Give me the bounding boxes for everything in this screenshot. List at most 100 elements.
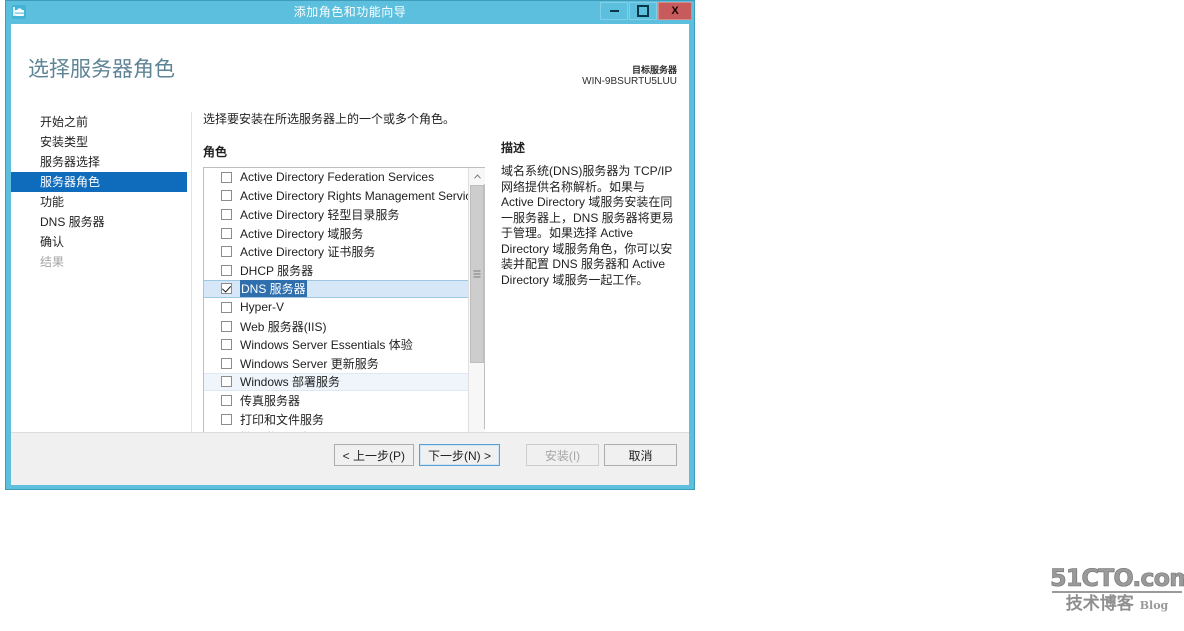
scrollbar-grip-icon	[473, 270, 481, 278]
window-title: 添加角色和功能向导	[293, 5, 407, 19]
minimize-button[interactable]	[600, 2, 628, 20]
next-button[interactable]: 下一步(N) >	[418, 444, 500, 466]
description-heading: 描述	[501, 141, 526, 155]
wizard-header: 选择服务器角色 目标服务器 WIN-9BSURTU5LUU	[11, 24, 689, 87]
role-row[interactable]: Windows Server 更新服务	[204, 354, 468, 373]
checkbox-icon[interactable]	[221, 301, 232, 313]
sidebar-item-3[interactable]: 服务器角色	[11, 172, 187, 192]
checkbox-icon[interactable]	[221, 376, 232, 388]
title-bar[interactable]: 添加角色和功能向导 X	[6, 1, 694, 22]
sidebar-item-6[interactable]: 确认	[11, 232, 187, 252]
window-controls: X	[599, 2, 692, 20]
previous-button[interactable]: < 上一步(P)	[333, 444, 414, 466]
sidebar-item-label: 安装类型	[40, 135, 89, 149]
sidebar-item-2[interactable]: 服务器选择	[11, 152, 187, 172]
role-row[interactable]: 打印和文件服务	[204, 410, 468, 429]
sidebar-item-4[interactable]: 功能	[11, 192, 187, 212]
role-row[interactable]: DNS 服务器	[204, 279, 468, 299]
roles-instruction: 选择要安装在所选服务器上的一个或多个角色。	[203, 112, 456, 126]
role-row[interactable]: Active Directory 轻型目录服务	[204, 205, 468, 224]
role-label: 打印和文件服务	[240, 412, 325, 427]
checkbox-icon[interactable]	[221, 320, 232, 332]
watermark-cn-text: 技术博客	[1065, 594, 1134, 613]
footer-buttons: < 上一步(P) 下一步(N) > 安装(I) 取消	[333, 444, 677, 466]
role-label: DNS 服务器	[240, 280, 307, 298]
checkbox-icon[interactable]	[221, 190, 232, 202]
roles-scrollport: Active Directory Federation Services Acti…	[204, 168, 468, 445]
checkbox-icon[interactable]	[221, 264, 232, 276]
checkbox-icon[interactable]	[221, 246, 232, 258]
sidebar-item-5[interactable]: DNS 服务器	[11, 212, 187, 232]
role-row[interactable]: Web 服务器(IIS)	[204, 317, 468, 336]
watermark: 51CTO.com 技术博客 Blog	[1050, 566, 1184, 613]
sidebar-item-label: 功能	[40, 195, 65, 209]
role-row[interactable]: DHCP 服务器	[204, 261, 468, 280]
sidebar-item-7: 结果	[11, 252, 187, 272]
checkbox-icon[interactable]	[221, 208, 232, 220]
wizard-page-body: 选择服务器角色 目标服务器 WIN-9BSURTU5LUU 开始之前安装类型服务…	[11, 24, 689, 485]
sidebar-item-label: 确认	[40, 235, 65, 249]
scroll-up-button[interactable]	[469, 168, 485, 184]
role-row[interactable]: Hyper-V	[204, 298, 468, 317]
maximize-button[interactable]	[629, 2, 657, 20]
panel-divider	[191, 112, 192, 457]
sidebar-item-label: 结果	[40, 255, 65, 269]
role-row[interactable]: Active Directory Federation Services	[204, 168, 468, 187]
watermark-site: 51CTO.com	[1050, 564, 1184, 592]
sidebar-item-0[interactable]: 开始之前	[11, 112, 187, 132]
sidebar-item-label: 服务器选择	[40, 155, 101, 169]
maximize-icon	[637, 5, 649, 17]
roles-vertical-scrollbar[interactable]	[468, 168, 485, 445]
minimize-icon	[609, 10, 619, 12]
description-column: 描述 域名系统(DNS)服务器为 TCP/IP 网络提供名称解析。如果与 Act…	[501, 112, 681, 288]
target-server-block: 目标服务器 WIN-9BSURTU5LUU	[582, 65, 677, 89]
role-label: Active Directory Rights Management Servi…	[240, 188, 468, 203]
watermark-bottom-row: 技术博客 Blog	[1050, 595, 1184, 613]
role-row[interactable]: Windows Server Essentials 体验	[204, 335, 468, 354]
target-server-label: 目标服务器	[631, 65, 677, 75]
role-label: Windows Server 更新服务	[240, 356, 379, 371]
description-text: 域名系统(DNS)服务器为 TCP/IP 网络提供名称解析。如果与 Active…	[501, 164, 674, 287]
checkbox-icon[interactable]	[221, 227, 232, 239]
install-button: 安装(I)	[526, 444, 599, 466]
role-label: Web 服务器(IIS)	[240, 319, 327, 334]
sidebar-item-label: 服务器角色	[40, 175, 101, 189]
checkbox-icon[interactable]	[221, 339, 232, 351]
role-row[interactable]: 传真服务器	[204, 391, 468, 410]
role-row[interactable]: Windows 部署服务	[204, 372, 468, 392]
role-label: Windows 部署服务	[240, 375, 341, 390]
vertical-scrollbar-thumb[interactable]	[470, 185, 484, 363]
role-label: Active Directory 域服务	[240, 226, 364, 241]
role-label: 传真服务器	[240, 393, 301, 408]
checkbox-icon[interactable]	[221, 394, 232, 406]
cancel-button[interactable]: 取消	[604, 444, 677, 466]
role-label: Active Directory Federation Services	[240, 170, 435, 185]
content-area: 开始之前 安装类型 服务器选择 服务器角色 功能 DNS 服务器 确认 结果 选择要安装在所选…	[11, 112, 689, 462]
role-row[interactable]: Active Directory Rights Management Servi…	[204, 187, 468, 206]
add-roles-wizard-window: 添加角色和功能向导 X 选择服务器角色 目标服务器 WIN-9BSURTU5LU…	[5, 0, 695, 490]
role-label: Active Directory 轻型目录服务	[240, 207, 400, 222]
roles-listbox[interactable]: Active Directory Federation Services Acti…	[203, 167, 485, 462]
role-row[interactable]: Active Directory 证书服务	[204, 242, 468, 261]
role-label: Hyper-V	[240, 300, 285, 315]
wizard-sidebar: 开始之前安装类型服务器选择服务器角色功能 DNS 服务器 确认结果	[11, 112, 187, 272]
wizard-footer: < 上一步(P) 下一步(N) > 安装(I) 取消	[11, 433, 689, 485]
close-button[interactable]: X	[658, 2, 692, 20]
server-wizard-icon	[11, 4, 27, 20]
sidebar-item-label: 开始之前	[40, 115, 89, 129]
watermark-blog-text: Blog	[1139, 599, 1169, 612]
role-row[interactable]: Active Directory 域服务	[204, 224, 468, 243]
roles-column: 选择要安装在所选服务器上的一个或多个角色。 角色 Active Director…	[203, 112, 485, 462]
role-label: Windows Server Essentials 体验	[240, 338, 413, 353]
role-label: Active Directory 证书服务	[240, 245, 376, 260]
sidebar-item-label: DNS 服务器	[40, 215, 105, 229]
checkbox-icon[interactable]	[221, 171, 232, 183]
roles-heading: 角色	[203, 145, 228, 159]
sidebar-item-1[interactable]: 安装类型	[11, 132, 187, 152]
page-title: 选择服务器角色	[28, 58, 175, 81]
checkbox-icon[interactable]	[221, 413, 232, 425]
role-label: DHCP 服务器	[240, 263, 314, 278]
checkbox-checked-icon[interactable]	[221, 283, 232, 295]
target-server-name: WIN-9BSURTU5LUU	[582, 76, 677, 88]
checkbox-icon[interactable]	[221, 357, 232, 369]
